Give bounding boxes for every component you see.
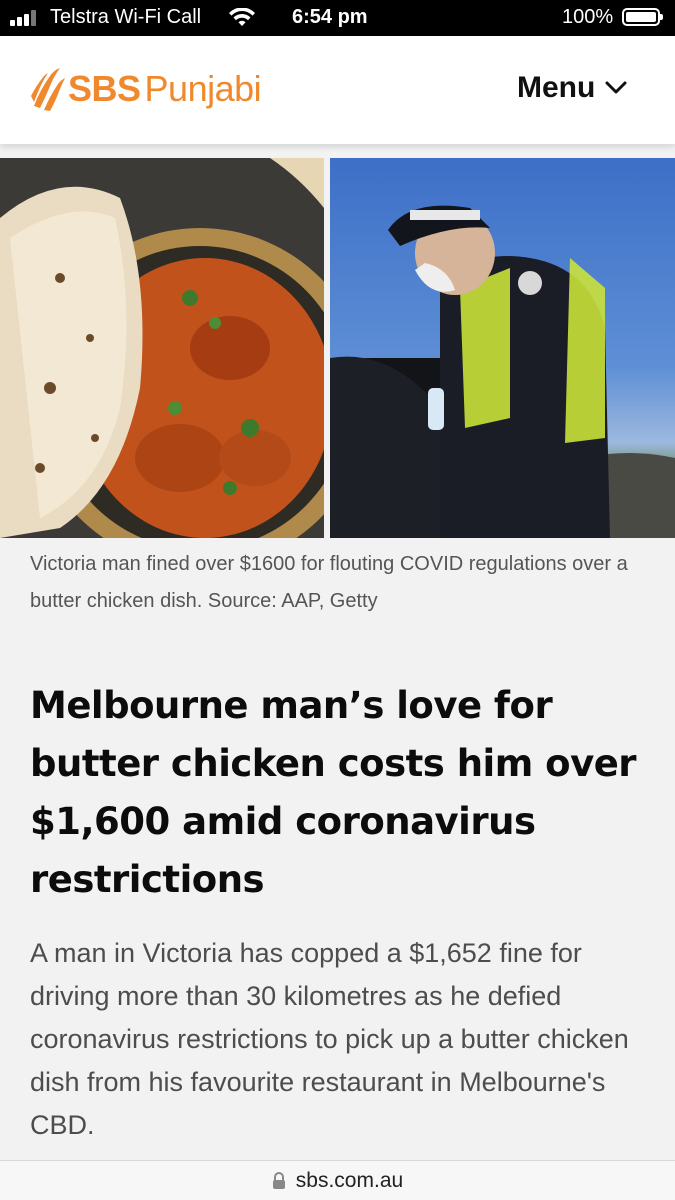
wifi-icon (228, 7, 256, 34)
article-lede: A man in Victoria has copped a $1,652 fi… (30, 938, 629, 1140)
image-caption: Victoria man fined over $1600 for flouti… (30, 553, 628, 612)
article-headline: Melbourne man’s love for butter chicken … (30, 684, 637, 901)
menu-label: Menu (517, 71, 596, 104)
status-time: 6:54 pm (292, 6, 368, 28)
battery-icon (622, 8, 663, 26)
carrier-name: Telstra Wi-Fi Call (50, 6, 202, 28)
lock-icon (272, 1171, 285, 1189)
status-bar: Telstra Wi-Fi Call 6:54 pm 100% (0, 0, 675, 36)
butter-chicken-photo (0, 158, 324, 538)
chevron-down-icon (605, 81, 627, 94)
sbs-punjabi-logo[interactable]: SBS Punjabi (30, 66, 262, 112)
url-text: sbs.com.au (295, 1168, 404, 1192)
sbs-logo-icon (31, 68, 65, 111)
battery-percent: 100% (562, 6, 614, 28)
logo-brand-text: SBS (68, 68, 141, 109)
browser-address-bar[interactable]: sbs.com.au (0, 1160, 675, 1200)
site-header: SBS Punjabi Menu (0, 36, 675, 144)
menu-button[interactable]: Menu (517, 71, 627, 105)
logo-section-text: Punjabi (144, 68, 262, 109)
police-officer-photo (330, 158, 675, 538)
article-hero-images (0, 158, 675, 538)
cellular-signal-icon (10, 10, 36, 26)
